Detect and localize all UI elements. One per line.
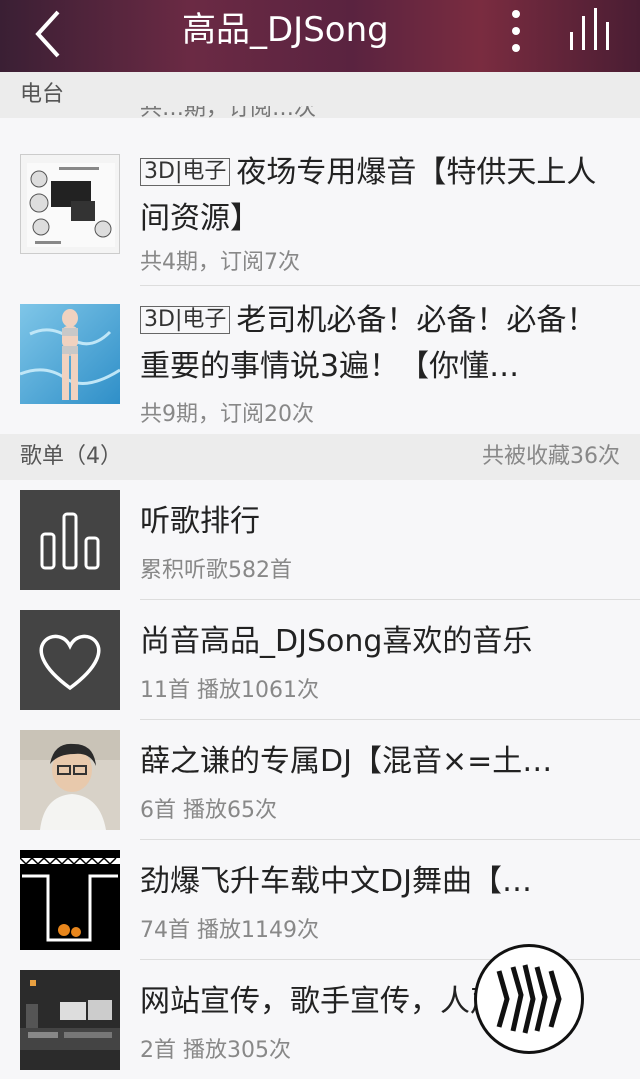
radio-meta: 共4期，订阅7次 bbox=[140, 250, 300, 275]
playlist-cover bbox=[20, 730, 120, 830]
playlist-cover bbox=[20, 850, 120, 950]
partial-previous-row: 共…期，订阅…次 bbox=[140, 106, 317, 120]
section-header-playlists: 歌单（4） 共被收藏36次 bbox=[0, 434, 640, 480]
playlist-meta: 2首 播放305次 bbox=[140, 1038, 291, 1063]
more-vertical-icon bbox=[512, 10, 520, 52]
section-label: 歌单（4） bbox=[20, 444, 122, 469]
page-title: 高品_DJSong bbox=[182, 10, 389, 50]
back-button[interactable] bbox=[26, 6, 76, 62]
playlist-title: 听歌排行 bbox=[140, 504, 260, 539]
more-button[interactable] bbox=[500, 6, 532, 56]
genre-tag: 3D|电子 bbox=[140, 158, 231, 186]
floating-logo-button[interactable] bbox=[474, 944, 584, 1054]
playlist-meta: 累积听歌582首 bbox=[140, 558, 292, 583]
section-label: 电台 bbox=[20, 82, 65, 107]
playlist-meta: 6首 播放65次 bbox=[140, 798, 277, 823]
playlist-title: 尚音高品_DJSong喜欢的音乐 bbox=[140, 624, 533, 659]
radio-title: 3D|电子 夜场专用爆音【特供天上人间资源】 bbox=[140, 155, 597, 236]
favorites-count: 共被收藏36次 bbox=[482, 444, 620, 469]
playlist-item[interactable]: 劲爆飞升车载中文DJ舞曲【… 74首 播放1149次 bbox=[0, 840, 640, 960]
radio-meta: 共9期，订阅20次 bbox=[140, 402, 314, 427]
playlist-title: 劲爆飞升车载中文DJ舞曲【… bbox=[140, 864, 532, 899]
playlist-item[interactable]: 薛之谦的专属DJ【混音×=土… 6首 播放65次 bbox=[0, 720, 640, 840]
heart-icon bbox=[39, 634, 101, 691]
playlist-cover bbox=[20, 490, 120, 590]
playlist-cover bbox=[20, 970, 120, 1070]
playlist-item[interactable]: 听歌排行 累积听歌582首 bbox=[0, 480, 640, 600]
radio-cover bbox=[20, 304, 120, 404]
playlist-meta: 11首 播放1061次 bbox=[140, 678, 319, 703]
radio-item[interactable]: 3D|电子 夜场专用爆音【特供天上人间资源】 共4期，订阅7次 bbox=[0, 136, 640, 286]
top-bar: 高品_DJSong bbox=[0, 0, 640, 72]
radio-title: 3D|电子 老司机必备！必备！必备！重要的事情说3遍！【你懂… bbox=[140, 303, 597, 384]
playlist-cover bbox=[20, 610, 120, 710]
now-playing-button[interactable] bbox=[566, 6, 618, 54]
playlist-meta: 74首 播放1149次 bbox=[140, 918, 319, 943]
genre-tag: 3D|电子 bbox=[140, 306, 231, 334]
playlist-item[interactable]: 尚音高品_DJSong喜欢的音乐 11首 播放1061次 bbox=[0, 600, 640, 720]
equalizer-icon bbox=[570, 8, 609, 50]
brand-logo-icon bbox=[496, 964, 562, 1034]
bar-chart-icon bbox=[40, 512, 100, 570]
chevron-left-icon bbox=[35, 10, 60, 58]
radio-item[interactable]: 3D|电子 老司机必备！必备！必备！重要的事情说3遍！【你懂… 共9期，订阅20次 bbox=[0, 286, 640, 434]
radio-cover bbox=[20, 154, 120, 254]
playlist-title: 薛之谦的专属DJ【混音×=土… bbox=[140, 744, 553, 779]
